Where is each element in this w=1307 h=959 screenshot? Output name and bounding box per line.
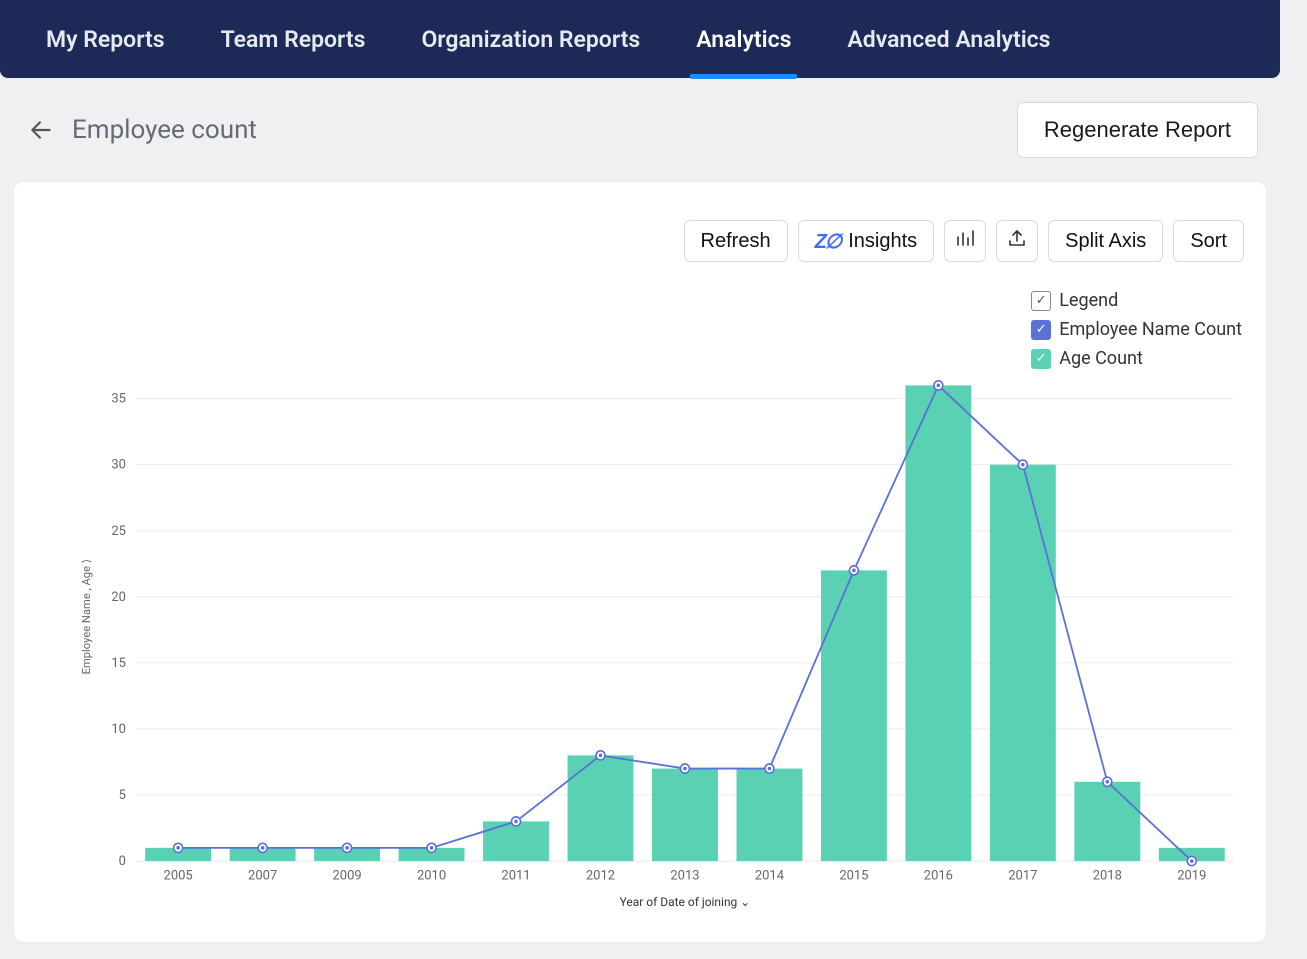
split-axis-button[interactable]: Split Axis bbox=[1048, 220, 1163, 262]
svg-text:35: 35 bbox=[111, 392, 126, 407]
svg-text:2014: 2014 bbox=[755, 868, 785, 883]
svg-text:2010: 2010 bbox=[417, 868, 446, 883]
svg-text:2016: 2016 bbox=[924, 868, 953, 883]
regenerate-report-button[interactable]: Regenerate Report bbox=[1017, 102, 1258, 158]
svg-text:15: 15 bbox=[111, 656, 126, 671]
nav-tab-advanced-analytics[interactable]: Advanced Analytics bbox=[847, 2, 1050, 77]
svg-text:2012: 2012 bbox=[586, 868, 615, 883]
svg-text:25: 25 bbox=[111, 524, 126, 539]
svg-text:0: 0 bbox=[119, 854, 126, 869]
svg-text:Year of Date of joining ⌄: Year of Date of joining ⌄ bbox=[620, 895, 751, 909]
svg-text:2018: 2018 bbox=[1093, 868, 1122, 883]
nav-tab-team-reports[interactable]: Team Reports bbox=[221, 2, 366, 77]
zia-icon: Z∅ bbox=[815, 229, 841, 254]
svg-text:30: 30 bbox=[111, 458, 126, 473]
export-icon bbox=[1007, 228, 1027, 254]
export-button[interactable] bbox=[996, 220, 1038, 262]
svg-text:5: 5 bbox=[119, 788, 126, 803]
legend-swatch-icon: ✓ bbox=[1031, 320, 1051, 340]
nav-tab-my-reports[interactable]: My Reports bbox=[46, 2, 165, 77]
svg-text:2013: 2013 bbox=[670, 868, 699, 883]
insights-label: Insights bbox=[848, 230, 917, 253]
nav-tab-organization-reports[interactable]: Organization Reports bbox=[421, 2, 640, 77]
chart-card: Refresh Z∅ Insights Split Axis Sort ✓ bbox=[14, 182, 1266, 942]
svg-text:2007: 2007 bbox=[248, 868, 277, 883]
legend-title: Legend bbox=[1059, 290, 1118, 311]
svg-text:20: 20 bbox=[111, 590, 126, 605]
refresh-button[interactable]: Refresh bbox=[684, 220, 788, 262]
legend-toggle[interactable]: ✓ Legend bbox=[1031, 290, 1242, 311]
insights-button[interactable]: Z∅ Insights bbox=[798, 220, 935, 262]
chart-area: 0 5 10 15 20 25 30 35 2005 2007 2009 2010 2011 2012 20… bbox=[76, 362, 1244, 912]
page-header: Employee count Regenerate Report bbox=[0, 78, 1280, 182]
svg-text:2005: 2005 bbox=[164, 868, 193, 883]
svg-text:10: 10 bbox=[111, 722, 126, 737]
sort-button[interactable]: Sort bbox=[1173, 220, 1244, 262]
svg-text:2011: 2011 bbox=[501, 868, 530, 883]
svg-text:2009: 2009 bbox=[333, 868, 362, 883]
chart-toolbar: Refresh Z∅ Insights Split Axis Sort bbox=[684, 220, 1244, 262]
nav-tab-analytics[interactable]: Analytics bbox=[696, 2, 791, 77]
page-title: Employee count bbox=[72, 115, 257, 145]
top-nav: My Reports Team Reports Organization Rep… bbox=[0, 0, 1280, 78]
chart-type-button[interactable] bbox=[944, 220, 986, 262]
check-icon: ✓ bbox=[1031, 291, 1051, 311]
back-arrow-icon[interactable] bbox=[28, 117, 54, 143]
legend-item-label: Employee Name Count bbox=[1059, 319, 1242, 340]
svg-text:2015: 2015 bbox=[839, 868, 868, 883]
svg-text:2019: 2019 bbox=[1177, 868, 1206, 883]
svg-text:2017: 2017 bbox=[1008, 868, 1037, 883]
legend-item-employee-name-count[interactable]: ✓ Employee Name Count bbox=[1031, 319, 1242, 340]
bar-chart-icon bbox=[955, 228, 975, 254]
svg-text:Employee Name , Age ⟩: Employee Name , Age ⟩ bbox=[80, 559, 93, 675]
